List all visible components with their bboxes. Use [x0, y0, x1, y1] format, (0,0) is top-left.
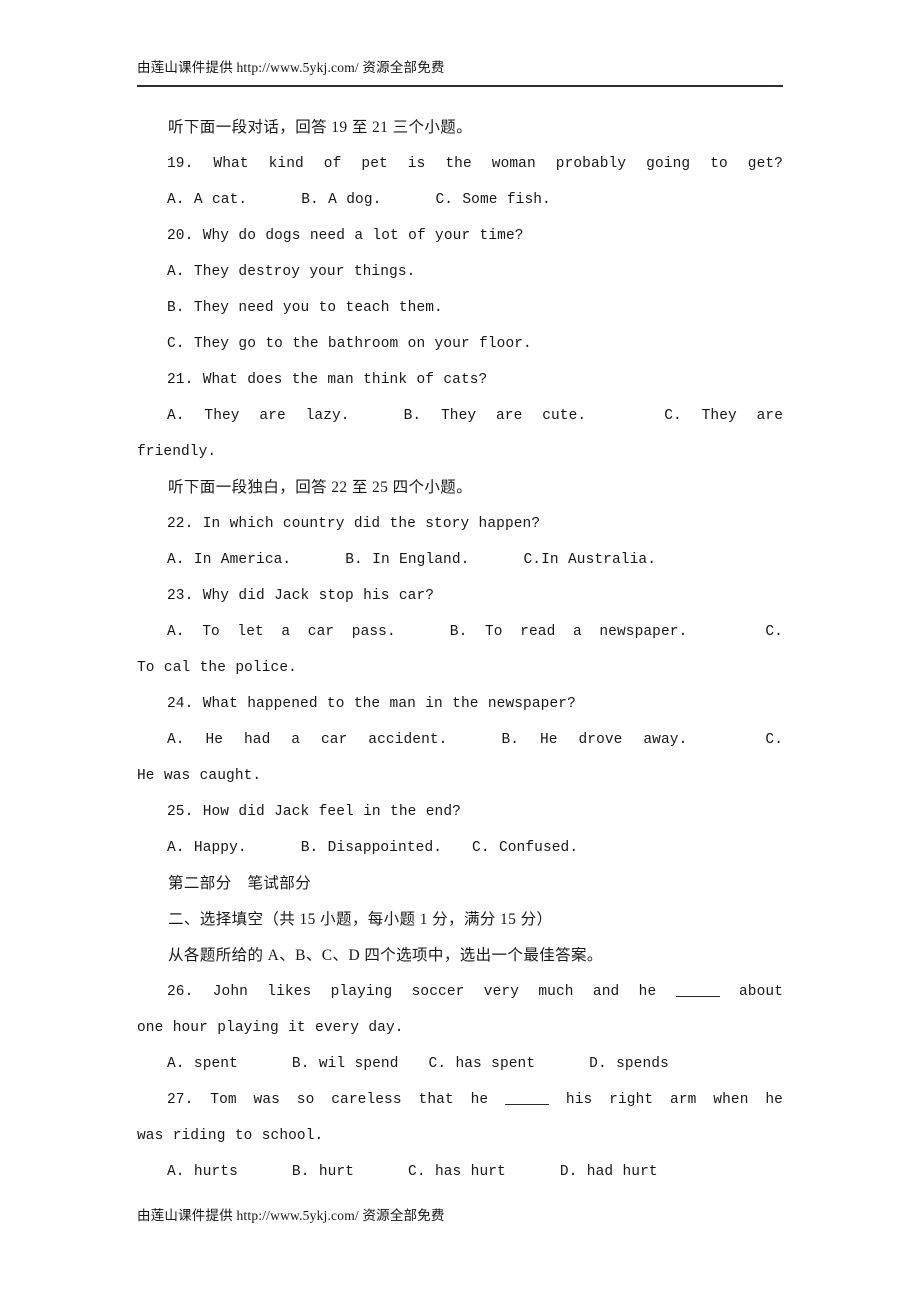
question-21-stem: 21. What does the man think of cats?: [167, 372, 488, 388]
option-20-a: A. They destroy your things.: [167, 264, 416, 280]
option-25-c: C. Confused.: [472, 840, 579, 856]
option-21-c: C. They are: [664, 408, 784, 424]
question-20-stem: 20. Why do dogs need a lot of your time?: [167, 228, 524, 244]
exam-page: 由莲山课件提供 http://www.5ykj.com/ 资源全部免费 听下面一…: [0, 0, 920, 1302]
option-21-c-continuation: friendly.: [137, 444, 217, 460]
option-23-c: C.: [765, 624, 783, 640]
option-24-a: A. He had a car accident.: [167, 732, 448, 748]
option-26-c: C. has spent: [428, 1056, 536, 1072]
section-two-title: 二、选择填空（共 15 小题，每小题 1 分，满分 15 分）: [168, 911, 553, 928]
question-26-stem-after: about: [738, 984, 783, 1000]
running-header: 由莲山课件提供 http://www.5ykj.com/ 资源全部免费: [137, 60, 445, 75]
option-23-c-continuation: To cal the police.: [137, 660, 297, 676]
question-25-stem: 25. How did Jack feel in the end?: [167, 804, 461, 820]
option-26-a: A. spent: [167, 1056, 238, 1072]
monologue-intro: 听下面一段独白，回答 22 至 25 四个小题。: [168, 479, 473, 496]
option-22-c: C.In Australia.: [523, 552, 656, 568]
question-19-options: A. A cat. B. A dog. C. Some fish.: [137, 182, 783, 218]
question-26-options: A. spent B. wil spend C. has spent D. spend…: [137, 1046, 783, 1082]
option-24-b: B. He drove away.: [501, 732, 688, 748]
option-21-b: B. They are cute.: [403, 408, 587, 424]
option-27-b: B. hurt: [291, 1164, 355, 1180]
question-24-options: A. He had a car accident. B. He drove awa…: [137, 722, 783, 758]
question-27-stem-after: his right arm when he: [565, 1092, 783, 1108]
question-27-stem: 27. Tom was so careless that he his righ…: [137, 1082, 783, 1118]
question-27-options: A. hurts B. hurt C. has hurt D. had hurt: [137, 1154, 783, 1190]
question-27-stem-continuation: was riding to school.: [137, 1128, 324, 1144]
question-23-options: A. To let a car pass. B. To read a newspa…: [137, 614, 783, 650]
option-22-a: A. In America.: [167, 552, 292, 568]
option-27-d: D. had hurt: [559, 1164, 658, 1180]
option-27-a: A. hurts: [167, 1164, 238, 1180]
question-25-options: A. Happy. B. Disappointed. C. Confused.: [137, 830, 783, 866]
question-26-stem: 26. John likes playing soccer very much …: [137, 974, 783, 1010]
question-19-stem: 19. What kind of pet is the woman probab…: [167, 156, 783, 172]
question-22-stem: 22. In which country did the story happe…: [167, 516, 541, 532]
option-19-c: C. Some fish.: [435, 192, 551, 208]
question-24-stem: 24. What happened to the man in the news…: [167, 696, 576, 712]
question-23-stem: 23. Why did Jack stop his car?: [167, 588, 435, 604]
question-26-stem-continuation: one hour playing it every day.: [137, 1020, 404, 1036]
option-24-c: C.: [765, 732, 783, 748]
option-27-c: C. has hurt: [408, 1164, 506, 1180]
option-22-b: B. In England.: [345, 552, 470, 568]
question-26-stem-before: 26. John likes playing soccer very much …: [167, 984, 657, 1000]
question-22-options: A. In America. B. In England. C.In Austral…: [137, 542, 783, 578]
option-21-a: A. They are lazy.: [167, 408, 350, 424]
option-25-b: B. Disappointed.: [300, 840, 443, 856]
option-26-d: D. spends: [589, 1056, 669, 1072]
option-25-a: A. Happy.: [167, 840, 247, 856]
part-two-title: 第二部分 笔试部分: [168, 875, 312, 892]
question-26-blank[interactable]: [675, 996, 720, 997]
option-24-c-continuation: He was caught.: [137, 768, 262, 784]
option-23-a: A. To let a car pass.: [167, 624, 396, 640]
option-20-b: B. They need you to teach them.: [167, 300, 443, 316]
dialogue-intro: 听下面一段对话，回答 19 至 21 三个小题。: [168, 119, 473, 136]
option-20-c: C. They go to the bathroom on your floor…: [167, 336, 532, 352]
question-27-blank[interactable]: [505, 1104, 550, 1105]
option-19-a: A. A cat.: [167, 192, 248, 208]
option-23-b: B. To read a newspaper.: [449, 624, 688, 640]
option-26-b: B. wil spend: [291, 1056, 399, 1072]
page-content: 听下面一段对话，回答 19 至 21 三个小题。 19. What kind o…: [137, 110, 783, 1190]
header-divider: [137, 85, 783, 87]
option-19-b: B. A dog.: [301, 192, 382, 208]
question-27-stem-before: 27. Tom was so careless that he: [167, 1092, 489, 1108]
section-two-instruction: 从各题所给的 A、B、C、D 四个选项中，选出一个最佳答案。: [168, 947, 603, 964]
running-footer: 由莲山课件提供 http://www.5ykj.com/ 资源全部免费: [137, 1208, 445, 1223]
question-21-options: A. They are lazy. B. They are cute. C. The…: [137, 398, 783, 434]
